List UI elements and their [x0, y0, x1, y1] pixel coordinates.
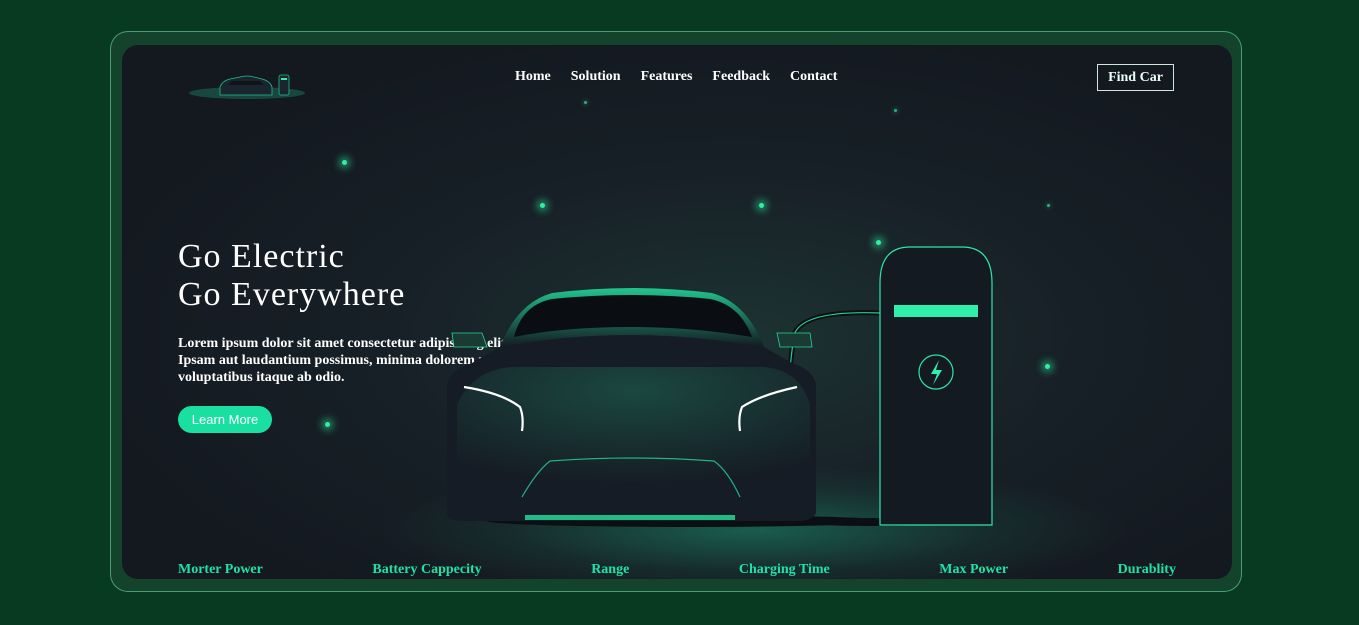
nav-features[interactable]: Features: [641, 69, 693, 85]
feature-range[interactable]: Range: [591, 562, 629, 578]
charger-display-bar: [894, 305, 978, 317]
feature-battery-capacity[interactable]: Battery Cappecity: [372, 562, 481, 578]
feature-max-power[interactable]: Max Power: [939, 562, 1008, 578]
feature-motor-power[interactable]: Morter Power: [178, 562, 263, 578]
feature-charging-time[interactable]: Charging Time: [739, 562, 830, 578]
hero-title: Go Electric Go Everywhere: [178, 238, 405, 314]
glow-particle: [540, 203, 545, 208]
main-nav: Home Solution Features Feedback Contact: [515, 69, 857, 85]
glow-particle: [1045, 364, 1050, 369]
glow-particle: [1047, 204, 1050, 207]
hero-title-line2: Go Everywhere: [178, 276, 406, 313]
charging-station: [879, 246, 993, 526]
find-car-button[interactable]: Find Car: [1097, 64, 1174, 91]
nav-contact[interactable]: Contact: [790, 69, 837, 85]
glow-particle: [759, 203, 764, 208]
glow-particle: [894, 109, 897, 112]
car-charger-illustration: [447, 246, 993, 527]
glow-particle: [342, 160, 347, 165]
car-charging-logo[interactable]: [182, 63, 312, 103]
nav-solution[interactable]: Solution: [571, 69, 621, 85]
glow-particle: [584, 101, 587, 104]
feature-strip: Morter Power Battery Cappecity Range Cha…: [178, 562, 1176, 578]
hero-panel: Home Solution Features Feedback Contact …: [122, 45, 1232, 579]
learn-more-button[interactable]: Learn More: [178, 406, 272, 433]
nav-feedback[interactable]: Feedback: [712, 69, 770, 85]
glow-particle: [325, 422, 330, 427]
nav-home[interactable]: Home: [515, 69, 551, 85]
hero-title-line1: Go Electric: [178, 238, 345, 275]
feature-durability[interactable]: Durablity: [1118, 562, 1176, 578]
electric-car: [447, 288, 816, 521]
